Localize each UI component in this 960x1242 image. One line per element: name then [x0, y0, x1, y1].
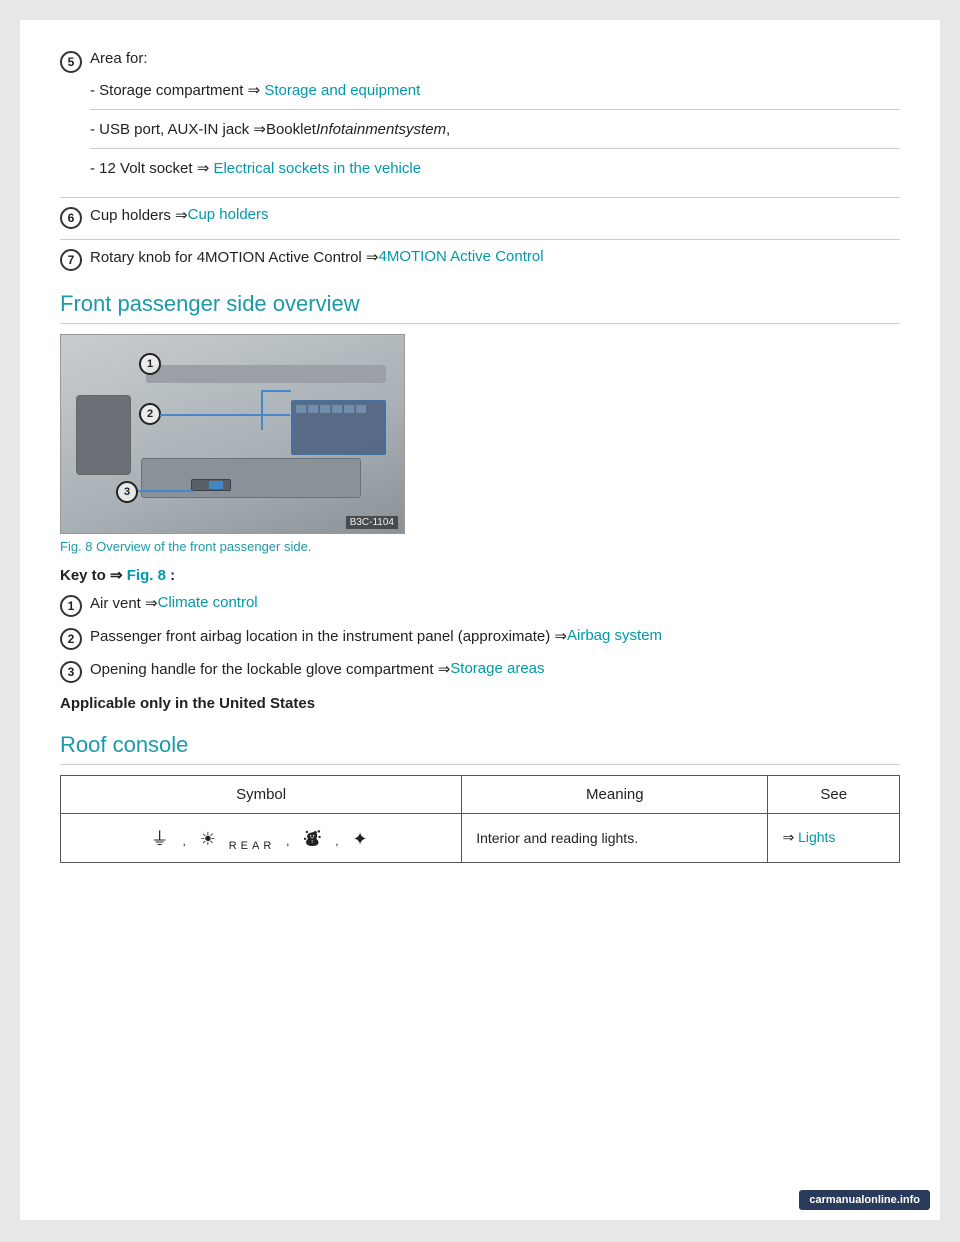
key-item-3: 3 Opening handle for the lockable glove … [60, 660, 900, 683]
circle-7: 7 [60, 249, 82, 271]
col-meaning: Meaning [462, 776, 768, 814]
sub-item-storage: - Storage compartment ⇒ Storage and equi… [90, 81, 900, 110]
table-row: ⏚ , ☀ REAR , ⛇ , ✦ Interior and reading … [61, 814, 900, 863]
key-item-2-text: Passenger front airbag location in the i… [90, 627, 567, 645]
key-circle-1: 1 [60, 595, 82, 617]
circle-5: 5 [60, 51, 82, 73]
see-cell: ⇒ Lights [768, 814, 900, 863]
page: 5 Area for: - Storage compartment ⇒ Stor… [20, 20, 940, 1220]
key-item-3-text: Opening handle for the lockable glove co… [90, 660, 450, 678]
symbol-cell: ⏚ , ☀ REAR , ⛇ , ✦ [61, 814, 462, 863]
meaning-cell: Interior and reading lights. [462, 814, 768, 863]
4motion-link[interactable]: 4MOTION Active Control [379, 248, 544, 265]
key-item-2: 2 Passenger front airbag location in the… [60, 627, 900, 650]
col-symbol: Symbol [61, 776, 462, 814]
key-circle-3: 3 [60, 661, 82, 683]
item-6-row: 6 Cup holders ⇒ Cup holders [60, 206, 900, 229]
lights-link[interactable]: Lights [798, 829, 835, 845]
item-6-text: Cup holders ⇒ [90, 206, 188, 224]
key-item-1-text: Air vent ⇒ [90, 594, 158, 612]
storage-areas-link[interactable]: Storage areas [450, 660, 544, 677]
figure-image: 1 2 3 B3C-1104 [60, 334, 405, 534]
figure-caption: Fig. 8 Overview of the front passenger s… [60, 539, 900, 554]
airbag-link[interactable]: Airbag system [567, 627, 662, 644]
circle-6: 6 [60, 207, 82, 229]
item-7-text: Rotary knob for 4MOTION Active Control ⇒ [90, 248, 379, 266]
electrical-sockets-link[interactable]: Electrical sockets in the vehicle [213, 160, 421, 177]
dashboard-graphic: 1 2 3 B3C-1104 [61, 335, 404, 533]
front-section-heading: Front passenger side overview [60, 291, 900, 324]
item-5-label: Area for: [90, 50, 148, 67]
key-item-1: 1 Air vent ⇒ Climate control [60, 594, 900, 617]
separator-1 [60, 197, 900, 198]
figure-area: 1 2 3 B3C-1104 Fig. 8 Overview of the fr… [60, 334, 900, 554]
climate-control-link[interactable]: Climate control [158, 594, 258, 611]
storage-equipment-link[interactable]: Storage and equipment [264, 82, 420, 99]
key-to-label: Key to ⇒ Fig. 8 : [60, 566, 900, 584]
key-circle-2: 2 [60, 628, 82, 650]
sub-item-1-text: - Storage compartment ⇒ [90, 82, 264, 99]
col-see: See [768, 776, 900, 814]
sub-item-usb: - USB port, AUX-IN jack ⇒BookletInfotain… [90, 120, 900, 149]
table-header-row: Symbol Meaning See [61, 776, 900, 814]
item-7-row: 7 Rotary knob for 4MOTION Active Control… [60, 248, 900, 271]
separator-2 [60, 239, 900, 240]
watermark: carmanualonline.info [799, 1190, 930, 1210]
sub-item-12v: - 12 Volt socket ⇒ Electrical sockets in… [90, 159, 900, 187]
sub-item-3-text: - 12 Volt socket ⇒ [90, 160, 213, 177]
item-5-row: 5 Area for: [60, 50, 900, 73]
figure-code: B3C-1104 [346, 516, 398, 529]
applicable-note: Applicable only in the United States [60, 695, 900, 712]
cup-holders-link[interactable]: Cup holders [188, 206, 269, 223]
roof-section-heading: Roof console [60, 732, 900, 765]
sub-item-2-text: - USB port, AUX-IN jack ⇒BookletInfotain… [90, 121, 450, 138]
fig8-link[interactable]: Fig. 8 [127, 567, 166, 584]
roof-console-table: Symbol Meaning See ⏚ , ☀ REAR , ⛇ , ✦ In… [60, 775, 900, 863]
